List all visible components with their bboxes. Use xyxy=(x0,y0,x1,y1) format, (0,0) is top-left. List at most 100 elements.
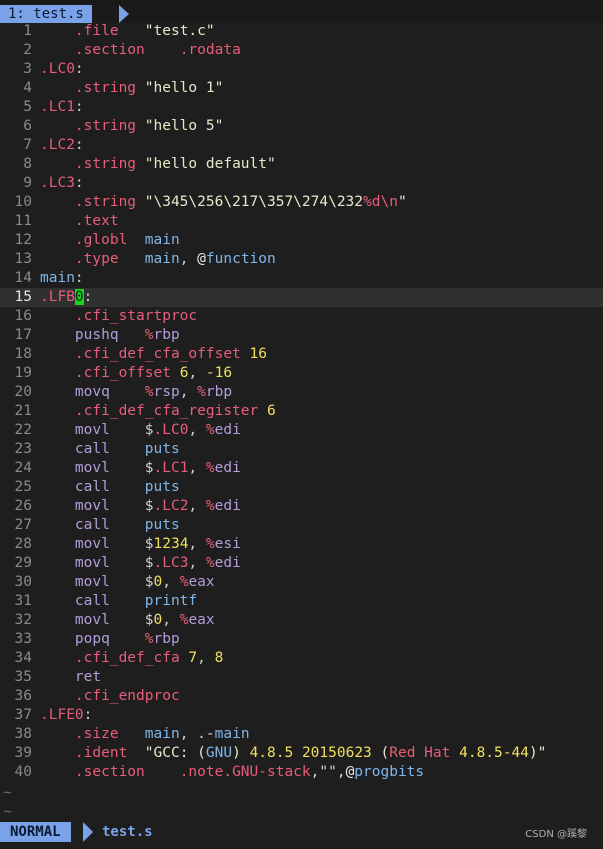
code-token: @ xyxy=(197,251,206,267)
code-line[interactable]: 29 movl $.LC3, %edi xyxy=(0,554,603,573)
code-line[interactable]: 6 .string "hello 5" xyxy=(0,117,603,136)
code-token: rbp xyxy=(153,327,180,343)
code-token: printf xyxy=(144,593,198,609)
code-line[interactable]: 2 .section .rodata xyxy=(0,41,603,60)
line-number: 13 xyxy=(14,251,32,267)
code-token: % xyxy=(144,631,154,647)
code-token: 0 xyxy=(153,574,163,590)
code-text: popq %rbp xyxy=(40,631,180,647)
line-number: 39 xyxy=(14,745,32,761)
code-text: .string "\345\256\217\357\274\232%d\n" xyxy=(40,194,407,210)
code-line[interactable]: 18 .cfi_def_cfa_offset 16 xyxy=(0,345,603,364)
line-number: 26 xyxy=(14,498,32,514)
code-line[interactable]: 27 call puts xyxy=(0,516,603,535)
code-line[interactable]: 19 .cfi_offset 6, -16 xyxy=(0,364,603,383)
code-token: , xyxy=(188,498,206,514)
code-token: Red Hat xyxy=(389,745,451,761)
code-text: movl $0, %eax xyxy=(40,612,215,628)
code-line[interactable]: 33 popq %rbp xyxy=(0,630,603,649)
code-line[interactable]: 4 .string "hello 1" xyxy=(0,79,603,98)
code-token: 4.8.5 xyxy=(249,745,294,761)
code-text: .globl main xyxy=(40,232,180,248)
code-line[interactable]: 38 .size main, .-main xyxy=(0,725,603,744)
code-line[interactable]: 25 call puts xyxy=(0,478,603,497)
code-token: movl xyxy=(74,460,110,476)
code-line[interactable]: 28 movl $1234, %esi xyxy=(0,535,603,554)
code-token: , xyxy=(179,384,198,400)
code-token: ) xyxy=(232,745,250,761)
code-line[interactable]: 9 .LC3: xyxy=(0,174,603,193)
code-line[interactable]: 22 movl $.LC0, %edi xyxy=(0,421,603,440)
code-text: .LC3: xyxy=(40,175,84,191)
code-line[interactable]: 40 .section .note.GNU-stack,"",@progbits xyxy=(0,763,603,782)
code-line[interactable]: 34 .cfi_def_cfa 7, 8 xyxy=(0,649,603,668)
code-line[interactable]: 36 .cfi_endproc xyxy=(0,687,603,706)
code-token: .LC1 xyxy=(40,99,75,115)
code-line[interactable]: 31 call printf xyxy=(0,592,603,611)
code-token: .cfi_offset xyxy=(74,365,171,381)
code-token: % xyxy=(205,536,215,552)
code-line[interactable]: 1 .file "test.c" xyxy=(0,22,603,41)
code-line[interactable]: 32 movl $0, %eax xyxy=(0,611,603,630)
line-number: 33 xyxy=(14,631,32,647)
code-token: , .- xyxy=(179,726,215,742)
code-token: .LC2 xyxy=(153,498,189,514)
code-token: "GCC: ( xyxy=(144,745,206,761)
code-text: movq %rsp, %rbp xyxy=(40,384,232,400)
code-token: % xyxy=(205,422,215,438)
code-token: .LFE0 xyxy=(40,707,84,723)
code-token: .type xyxy=(74,251,119,267)
line-number: 6 xyxy=(23,118,32,134)
code-line[interactable]: 14 main: xyxy=(0,269,603,288)
code-line[interactable]: 20 movq %rsp, %rbp xyxy=(0,383,603,402)
line-number: 10 xyxy=(14,194,32,210)
code-line[interactable]: 8 .string "hello default" xyxy=(0,155,603,174)
code-text: .string "hello 5" xyxy=(40,118,223,134)
code-text: call puts xyxy=(40,517,180,533)
code-token: .LC3 xyxy=(40,175,75,191)
code-text: ret xyxy=(40,669,101,685)
code-line[interactable]: 35 ret xyxy=(0,668,603,687)
code-text: .text xyxy=(40,213,119,229)
code-token: $ xyxy=(144,555,154,571)
line-number: 19 xyxy=(14,365,32,381)
code-token: edi xyxy=(214,422,241,438)
line-number: 4 xyxy=(23,80,32,96)
code-line[interactable]: 13 .type main, @function xyxy=(0,250,603,269)
code-line[interactable]: 15 .LFB0: xyxy=(0,288,603,307)
code-line[interactable]: 24 movl $.LC1, %edi xyxy=(0,459,603,478)
code-line[interactable]: 3 .LC0: xyxy=(0,60,603,79)
code-line[interactable]: 26 movl $.LC2, %edi xyxy=(0,497,603,516)
code-token: "hello default" xyxy=(144,156,276,172)
code-line[interactable]: 16 .cfi_startproc xyxy=(0,307,603,326)
code-line[interactable]: 12 .globl main xyxy=(0,231,603,250)
status-filename: test.s xyxy=(102,824,153,840)
code-token: % xyxy=(205,555,215,571)
tab-test-s[interactable]: 1: test.s xyxy=(0,5,92,23)
editor-buffer[interactable]: 1 .file "test.c" 2 .section .rodata 3 .LC0:… xyxy=(0,22,603,782)
code-text: .cfi_def_cfa_register 6 xyxy=(40,403,276,419)
code-line[interactable]: 37 .LFE0: xyxy=(0,706,603,725)
tilde-marker: ~ xyxy=(3,804,12,820)
code-line[interactable]: 10 .string "\345\256\217\357\274\232%d\n… xyxy=(0,193,603,212)
code-line[interactable]: 11 .text xyxy=(0,212,603,231)
code-token: edi xyxy=(214,498,241,514)
code-line[interactable]: 5 .LC1: xyxy=(0,98,603,117)
code-line[interactable]: 21 .cfi_def_cfa_register 6 xyxy=(0,402,603,421)
code-line[interactable]: 30 movl $0, %eax xyxy=(0,573,603,592)
code-line[interactable]: 39 .ident "GCC: (GNU) 4.8.5 20150623 (Re… xyxy=(0,744,603,763)
code-line[interactable]: 17 pushq %rbp xyxy=(0,326,603,345)
code-token: call xyxy=(74,479,110,495)
code-line[interactable]: 7 .LC2: xyxy=(0,136,603,155)
line-number: 27 xyxy=(14,517,32,533)
code-line[interactable]: 23 call puts xyxy=(0,440,603,459)
